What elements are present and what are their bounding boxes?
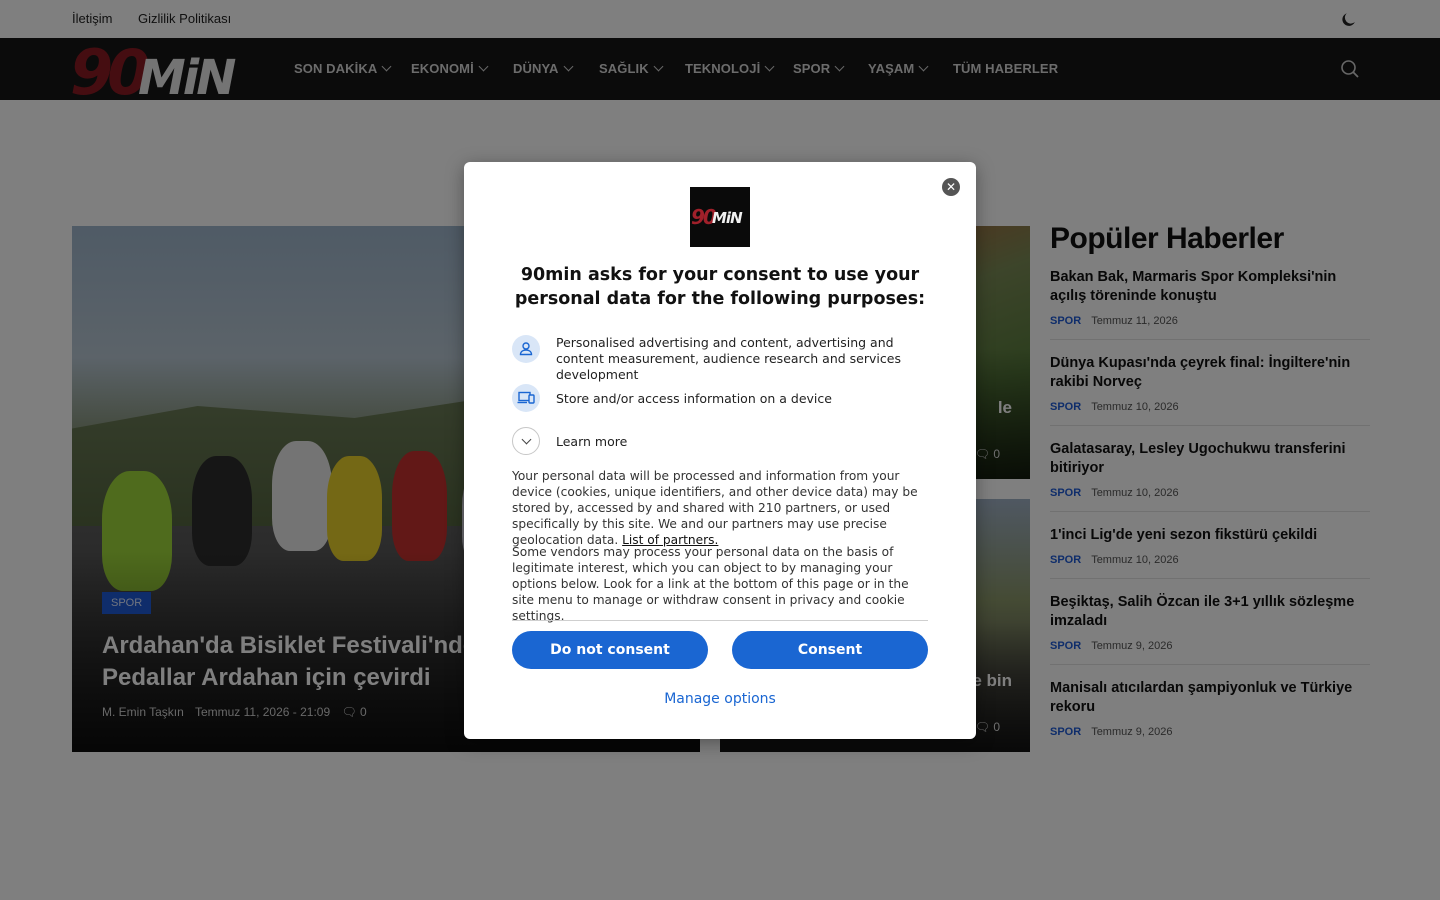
consent-dialog: ✕ 90 MiN 90min asks for your consent to …	[464, 162, 976, 739]
person-icon	[512, 335, 540, 363]
consent-paragraph-1: Your personal data will be processed and…	[512, 468, 928, 548]
close-icon[interactable]: ✕	[942, 178, 960, 196]
dialog-logo: 90 MiN	[690, 187, 750, 247]
manage-options-link[interactable]: Manage options	[464, 691, 976, 707]
do-not-consent-button[interactable]: Do not consent	[512, 631, 708, 669]
learn-more-toggle[interactable]: Learn more	[556, 434, 627, 449]
chevron-down-icon[interactable]	[512, 427, 540, 455]
svg-text:MiN: MiN	[712, 209, 743, 227]
consent-title: 90min asks for your consent to use your …	[514, 265, 926, 309]
purpose-store-access: Store and/or access information on a dev…	[556, 391, 832, 406]
consent-button[interactable]: Consent	[732, 631, 928, 669]
divider	[512, 620, 928, 621]
purpose-personalised: Personalised advertising and content, ad…	[556, 335, 901, 382]
devices-icon	[512, 384, 540, 412]
consent-paragraph-2: Some vendors may process your personal d…	[512, 545, 909, 623]
